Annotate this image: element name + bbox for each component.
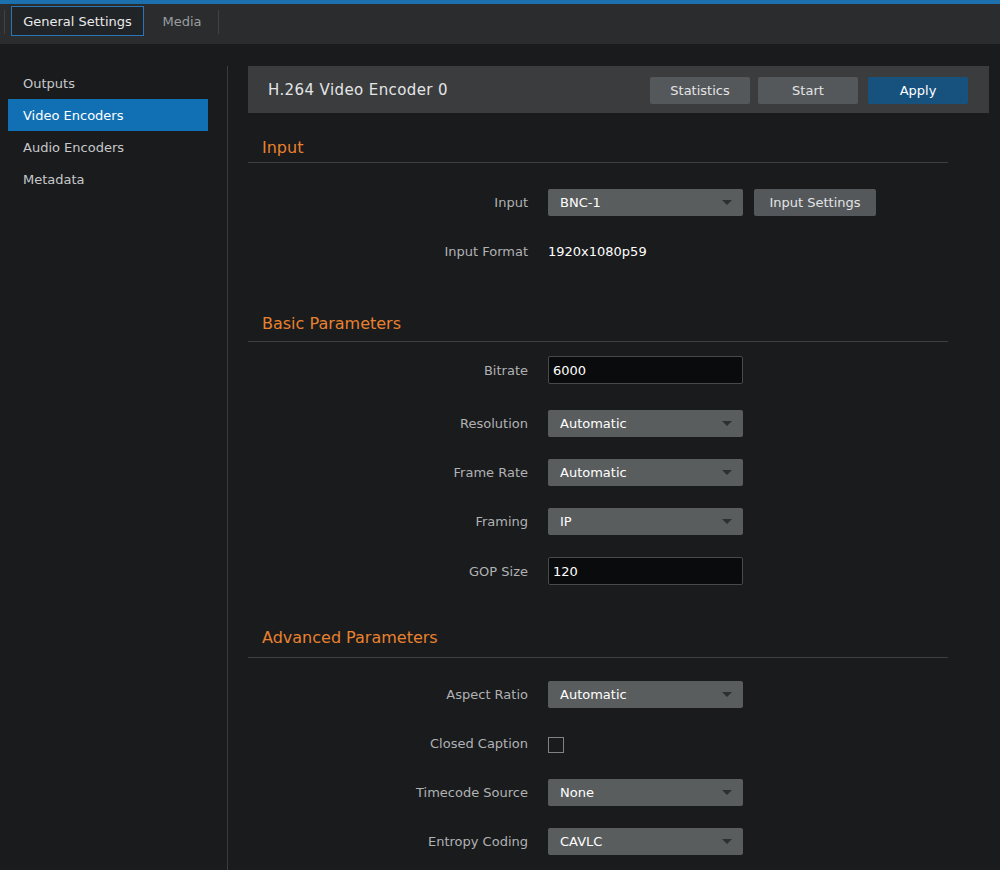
form-row-framing: Framing IP [248, 508, 948, 535]
form-row-input: Input BNC-1 Input Settings [248, 189, 948, 216]
form-row-aspect-ratio: Aspect Ratio Automatic [248, 681, 948, 708]
tab-label: Media [162, 14, 201, 29]
tab-media[interactable]: Media [145, 6, 219, 36]
main-tab-bar: General Settings Media [0, 4, 1000, 44]
form-row-gop-size: GOP Size 120 [248, 557, 948, 585]
sidebar-item-label: Video Encoders [23, 108, 123, 123]
apply-button[interactable]: Apply [868, 77, 968, 104]
sidebar-divider [227, 66, 228, 870]
chevron-down-icon [722, 839, 732, 844]
timecode-source-select[interactable]: None [548, 779, 743, 806]
frame-rate-select[interactable]: Automatic [548, 459, 743, 486]
input-value: 120 [553, 564, 578, 579]
dropdown-value: Automatic [560, 416, 627, 431]
field-label: Timecode Source [248, 785, 528, 800]
dropdown-value: None [560, 785, 594, 800]
section-rule [248, 162, 948, 163]
form-row-entropy-coding: Entropy Coding CAVLC [248, 828, 948, 855]
section-rule [248, 657, 948, 658]
chevron-down-icon [722, 519, 732, 524]
form-row-input-format: Input Format 1920x1080p59 [248, 238, 948, 265]
section-title: Advanced Parameters [248, 628, 948, 647]
section-advanced-parameters: Advanced Parameters Aspect Ratio Automat… [248, 628, 948, 870]
entropy-coding-select[interactable]: CAVLC [548, 828, 743, 855]
field-label: Input [248, 195, 528, 210]
form-row-bitrate: Bitrate 6000 [248, 356, 948, 384]
section-rule [248, 341, 948, 342]
chevron-down-icon [722, 421, 732, 426]
resolution-select[interactable]: Automatic [548, 410, 743, 437]
tab-separator [218, 10, 219, 34]
bitrate-input[interactable]: 6000 [548, 356, 743, 384]
form-row-closed-caption: Closed Caption [248, 730, 948, 757]
field-label: Resolution [248, 416, 528, 431]
section-title: Input [248, 138, 948, 157]
field-label: Frame Rate [248, 465, 528, 480]
field-label: GOP Size [248, 564, 528, 579]
form-row-timecode-source: Timecode Source None [248, 779, 948, 806]
page-title: H.264 Video Encoder 0 [268, 66, 448, 113]
tab-separator [4, 10, 5, 34]
sidebar-item-video-encoders[interactable]: Video Encoders [8, 99, 208, 131]
input-settings-button[interactable]: Input Settings [754, 189, 876, 216]
aspect-ratio-select[interactable]: Automatic [548, 681, 743, 708]
tab-general-settings[interactable]: General Settings [11, 6, 144, 36]
sidebar-item-label: Outputs [23, 76, 75, 91]
dropdown-value: BNC-1 [560, 195, 601, 210]
framing-select[interactable]: IP [548, 508, 743, 535]
statistics-button[interactable]: Statistics [650, 77, 750, 104]
field-label: Input Format [248, 244, 528, 259]
form-row-frame-rate: Frame Rate Automatic [248, 459, 948, 486]
chevron-down-icon [722, 470, 732, 475]
field-label: Framing [248, 514, 528, 529]
tab-label: General Settings [23, 14, 132, 29]
section-title: Basic Parameters [248, 314, 948, 333]
sidebar-item-outputs[interactable]: Outputs [8, 67, 208, 99]
section-input: Input Input BNC-1 Input Settings Input F… [248, 138, 948, 287]
dropdown-value: Automatic [560, 687, 627, 702]
field-label: Aspect Ratio [248, 687, 528, 702]
chevron-down-icon [722, 692, 732, 697]
field-label: Entropy Coding [248, 834, 528, 849]
dropdown-value: CAVLC [560, 834, 602, 849]
input-format-value: 1920x1080p59 [548, 244, 647, 259]
closed-caption-checkbox[interactable] [548, 737, 564, 753]
sidebar-item-audio-encoders[interactable]: Audio Encoders [8, 131, 208, 163]
dropdown-value: IP [560, 514, 572, 529]
chevron-down-icon [722, 200, 732, 205]
start-button[interactable]: Start [758, 77, 858, 104]
field-label: Closed Caption [248, 736, 528, 751]
dropdown-value: Automatic [560, 465, 627, 480]
input-value: 6000 [553, 363, 586, 378]
sidebar-item-metadata[interactable]: Metadata [8, 163, 208, 195]
sidebar-item-label: Audio Encoders [23, 140, 124, 155]
section-basic-parameters: Basic Parameters Bitrate 6000 Resolution… [248, 314, 948, 607]
chevron-down-icon [722, 790, 732, 795]
encoder-header: H.264 Video Encoder 0 Statistics Start A… [248, 66, 989, 113]
gop-size-input[interactable]: 120 [548, 557, 743, 585]
input-select[interactable]: BNC-1 [548, 189, 743, 216]
form-row-resolution: Resolution Automatic [248, 410, 948, 437]
field-label: Bitrate [248, 363, 528, 378]
sidebar-item-label: Metadata [23, 172, 85, 187]
